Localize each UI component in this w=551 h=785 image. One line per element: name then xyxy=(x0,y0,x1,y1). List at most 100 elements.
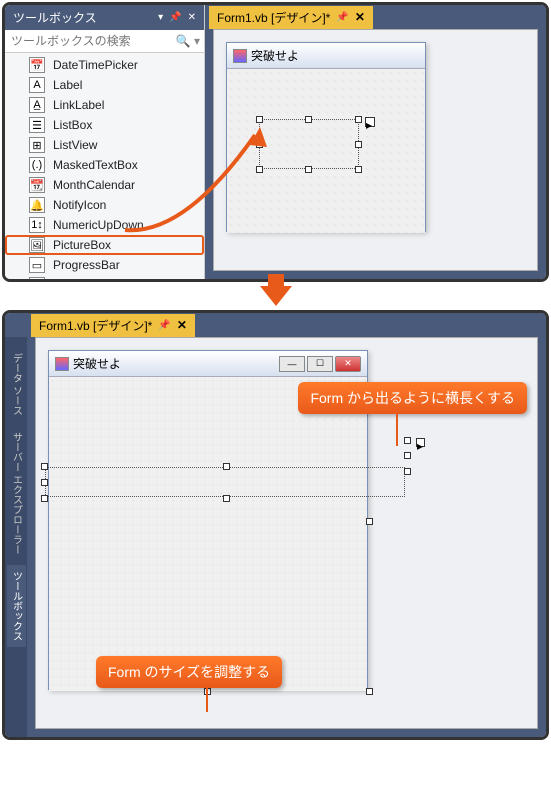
toolbox-panel: ツールボックス ▾ 📌 ✕ 🔍 ▾ 📅DateTimePickerALabelA… xyxy=(5,5,205,279)
bottom-panel: データ ソースサーバー エクスプローラーツールボックス Form1.vb [デザ… xyxy=(2,310,549,740)
pin-icon[interactable]: 📌 xyxy=(336,12,348,23)
resize-handle[interactable] xyxy=(355,166,362,173)
resize-handle[interactable] xyxy=(404,437,411,444)
resize-handle[interactable] xyxy=(404,468,411,475)
toolbox-item-icon: 🔔 xyxy=(29,197,45,213)
search-icon[interactable]: 🔍 ▾ xyxy=(176,34,200,48)
toolbox-item-icon: (.) xyxy=(29,157,45,173)
document-tabs: Form1.vb [デザイン]* 📌 ✕ xyxy=(27,313,546,337)
toolbox-item-icon: A̲ xyxy=(29,97,45,113)
callout-line xyxy=(206,686,208,712)
resize-handle[interactable] xyxy=(256,116,263,123)
tab-label: Form1.vb [デザイン]* xyxy=(39,317,152,334)
resize-handle[interactable] xyxy=(305,116,312,123)
toolbox-item-icon: ◉ xyxy=(29,277,45,279)
close-button[interactable]: ✕ xyxy=(335,356,361,372)
close-icon[interactable]: ✕ xyxy=(188,12,196,23)
close-icon[interactable]: ✕ xyxy=(177,318,187,332)
toolbox-item-label: RadioButton xyxy=(53,278,119,279)
toolbox-list: 📅 DateTimePicker ALabel A̲ LinkLabel ☰ ListBox… xyxy=(5,53,204,279)
form-resize-handle[interactable] xyxy=(366,688,373,695)
sidebar-tab[interactable]: ツールボックス xyxy=(7,565,26,647)
close-icon[interactable]: ✕ xyxy=(355,10,365,24)
smart-tag-icon[interactable]: ▸ xyxy=(365,117,375,127)
maximize-button[interactable]: ☐ xyxy=(307,356,333,372)
form-titlebar: 突破せよ xyxy=(227,43,425,69)
toolbox-item-datetimepicker[interactable]: 📅 DateTimePicker xyxy=(5,55,204,75)
resize-handle[interactable] xyxy=(223,495,230,502)
pin-icon[interactable]: 📌 xyxy=(158,320,170,331)
designer-area-top: Form1.vb [デザイン]* 📌 ✕ 突破せよ xyxy=(205,5,546,279)
toolbox-item-label: ListView xyxy=(53,138,97,152)
resize-handle[interactable] xyxy=(41,479,48,486)
form-icon xyxy=(233,49,247,63)
picturebox-selection[interactable] xyxy=(259,119,359,169)
form-icon xyxy=(55,357,69,371)
resize-handle[interactable] xyxy=(305,166,312,173)
form-body[interactable]: ▸ xyxy=(227,69,425,233)
resize-handle[interactable] xyxy=(404,452,411,459)
document-tabs: Form1.vb [デザイン]* 📌 ✕ xyxy=(205,5,546,29)
tab-form1[interactable]: Form1.vb [デザイン]* 📌 ✕ xyxy=(209,6,373,29)
toolbox-item-icon: 📆 xyxy=(29,177,45,193)
toolbox-item-numericupdown[interactable]: 1↕ NumericUpDown xyxy=(5,215,204,235)
sidebar-tabs: データ ソースサーバー エクスプローラーツールボックス xyxy=(5,337,27,737)
design-canvas[interactable]: 突破せよ — ☐ ✕ xyxy=(35,337,538,729)
form-title-text: 突破せよ xyxy=(73,355,121,372)
form-titlebar: 突破せよ — ☐ ✕ xyxy=(49,351,367,377)
toolbox-title: ツールボックス xyxy=(13,9,97,26)
resize-handle[interactable] xyxy=(256,166,263,173)
callout-1: Form から出るように横長くする xyxy=(298,382,527,414)
toolbox-item-icon: 1↕ xyxy=(29,217,45,233)
toolbox-item-icon: 🖼 xyxy=(29,237,45,253)
toolbox-item-label[interactable]: ALabel xyxy=(5,75,204,95)
callout-line xyxy=(396,410,398,446)
pin-icon[interactable]: 📌 xyxy=(169,12,181,23)
sidebar-tab[interactable]: サーバー エクスプローラー xyxy=(7,426,26,561)
smart-tag-icon[interactable]: ▸ xyxy=(416,438,425,447)
search-input[interactable] xyxy=(9,32,176,50)
picturebox-selection[interactable] xyxy=(45,467,405,497)
sidebar-tab[interactable]: データ ソース xyxy=(7,347,26,422)
resize-handle[interactable] xyxy=(41,463,48,470)
resize-handle[interactable] xyxy=(355,116,362,123)
toolbox-item-maskedtextbox[interactable]: (.) MaskedTextBox xyxy=(5,155,204,175)
toolbox-item-radiobutton[interactable]: ◉ RadioButton xyxy=(5,275,204,279)
callout-2: Form のサイズを調整する xyxy=(96,656,282,688)
toolbox-item-notifyicon[interactable]: 🔔 NotifyIcon xyxy=(5,195,204,215)
toolbox-item-picturebox[interactable]: 🖼 PictureBox xyxy=(5,235,204,255)
resize-handle[interactable] xyxy=(355,141,362,148)
toolbox-item-linklabel[interactable]: A̲ LinkLabel xyxy=(5,95,204,115)
connector-arrow xyxy=(0,284,551,308)
down-arrow-icon xyxy=(260,286,292,306)
dropdown-icon[interactable]: ▾ xyxy=(158,12,163,23)
resize-handle[interactable] xyxy=(256,141,263,148)
toolbox-item-icon: 📅 xyxy=(29,57,45,73)
minimize-button[interactable]: — xyxy=(279,356,305,372)
toolbox-item-listview[interactable]: ⊞ListView xyxy=(5,135,204,155)
form-window[interactable]: 突破せよ ▸ xyxy=(226,42,426,232)
toolbox-item-label: MaskedTextBox xyxy=(53,158,138,172)
toolbox-item-label: DateTimePicker xyxy=(53,58,138,72)
toolbox-item-icon: A xyxy=(29,77,45,93)
resize-handle[interactable] xyxy=(223,463,230,470)
toolbox-item-monthcalendar[interactable]: 📆 MonthCalendar xyxy=(5,175,204,195)
toolbox-item-label: LinkLabel xyxy=(53,98,104,112)
tab-label: Form1.vb [デザイン]* xyxy=(217,9,330,26)
toolbox-item-listbox[interactable]: ☰ ListBox xyxy=(5,115,204,135)
toolbox-item-progressbar[interactable]: ▭ProgressBar xyxy=(5,255,204,275)
toolbox-item-label: ProgressBar xyxy=(53,258,120,272)
toolbox-item-icon: ☰ xyxy=(29,117,45,133)
form-body[interactable] xyxy=(49,377,367,691)
toolbox-item-label: ListBox xyxy=(53,118,92,132)
tab-form1[interactable]: Form1.vb [デザイン]* 📌 ✕ xyxy=(31,314,195,337)
form-resize-handle[interactable] xyxy=(366,518,373,525)
resize-handle[interactable] xyxy=(41,495,48,502)
toolbox-item-label: NumericUpDown xyxy=(53,218,144,232)
toolbox-item-label: PictureBox xyxy=(53,238,111,252)
design-canvas[interactable]: 突破せよ ▸ xyxy=(213,29,538,271)
toolbox-item-label: MonthCalendar xyxy=(53,178,135,192)
form-title-text: 突破せよ xyxy=(251,47,299,64)
toolbox-item-label: NotifyIcon xyxy=(53,198,106,212)
toolbox-header: ツールボックス ▾ 📌 ✕ xyxy=(5,5,204,30)
